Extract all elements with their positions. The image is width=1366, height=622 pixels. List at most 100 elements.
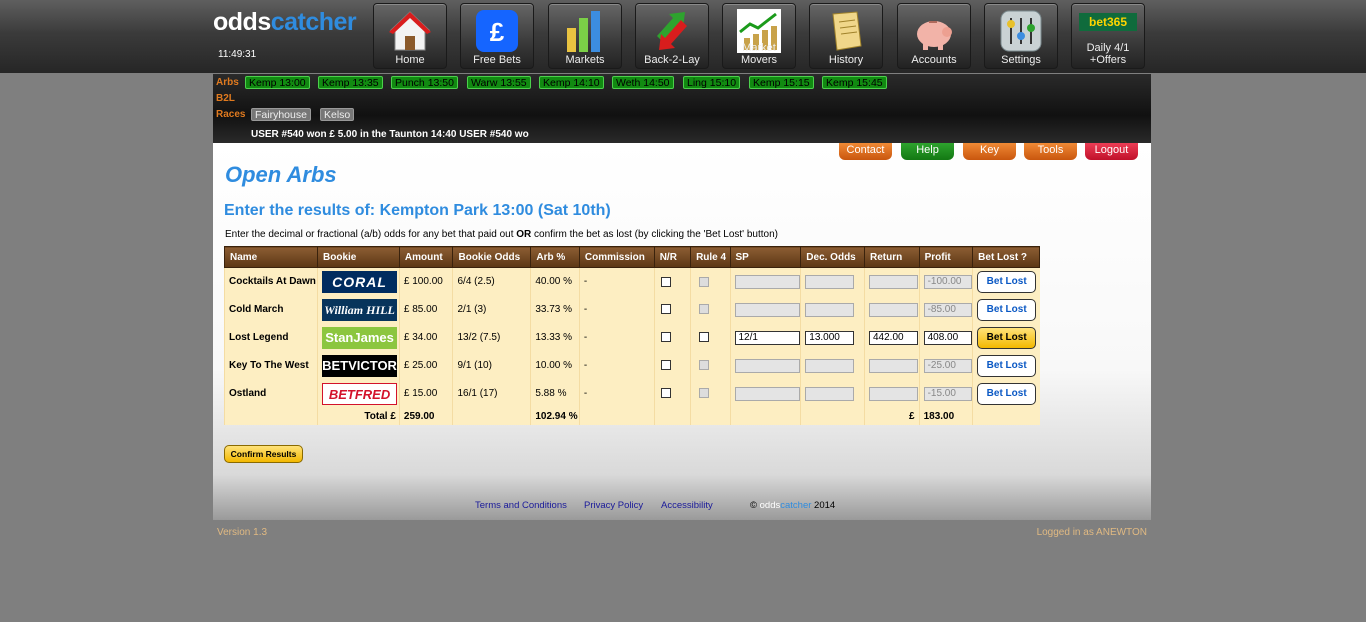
- race-course-chip[interactable]: Fairyhouse: [251, 108, 311, 121]
- tab-help[interactable]: Help: [901, 143, 954, 160]
- arb-race-chip[interactable]: Punch 13:50: [391, 76, 458, 89]
- profit-input[interactable]: -25.00: [923, 358, 972, 373]
- winner-ticker-text: USER #540 won £ 5.00 in the Taunton 14:4…: [251, 129, 529, 140]
- sp-input[interactable]: 12/1: [734, 330, 800, 345]
- nav-accounts-label: Accounts: [911, 54, 957, 66]
- logged-in-text: Logged in as ANEWTON: [1036, 527, 1147, 538]
- arrows-icon: [657, 12, 687, 50]
- nav-market-movers-label: Market Movers: [740, 42, 778, 66]
- nav-bet365-offers-button[interactable]: bet365 Daily 4/1 +Offers: [1071, 3, 1145, 69]
- nr-checkbox[interactable]: [660, 388, 671, 399]
- bet-lost-button[interactable]: Bet Lost: [977, 354, 1037, 377]
- nr-checkbox[interactable]: [660, 332, 671, 343]
- rule4-cell: [690, 351, 730, 380]
- nr-cell: [653, 323, 691, 352]
- amount-cell: £ 15.00: [398, 379, 453, 408]
- return-cell: 442.00: [863, 323, 920, 352]
- arb-race-chip[interactable]: Weth 14:50: [612, 76, 674, 89]
- dec-odds-cell: [800, 267, 865, 296]
- total-amount: 259.00: [398, 407, 453, 425]
- table-header-row: Name Bookie Amount Bookie Odds Arb % Com…: [223, 246, 1040, 268]
- total-arb: 102.94 %: [530, 407, 580, 425]
- dec-odds-input[interactable]: [805, 386, 855, 401]
- profit-input[interactable]: -85.00: [923, 302, 972, 317]
- accessibility-link[interactable]: Accessibility: [661, 500, 713, 511]
- tab-key[interactable]: Key: [963, 143, 1016, 160]
- bet-lost-button[interactable]: Bet Lost: [977, 298, 1037, 321]
- tab-contact[interactable]: Contact: [839, 143, 892, 160]
- arb-race-chip[interactable]: Ling 15:10: [683, 76, 741, 89]
- bar-chart-icon: [567, 11, 600, 52]
- arb-race-chip[interactable]: Warw 13:55: [467, 76, 531, 89]
- return-cell: [863, 295, 920, 324]
- bet-lost-cell: Bet Lost: [972, 351, 1040, 380]
- nav-market-movers-button[interactable]: Market Movers: [722, 3, 796, 69]
- privacy-link[interactable]: Privacy Policy: [584, 500, 643, 511]
- return-input[interactable]: [868, 302, 918, 317]
- nav-back-2-lay-button[interactable]: Back-2-Lay: [635, 3, 709, 69]
- nav-settings-button[interactable]: Settings: [984, 3, 1058, 69]
- dec-odds-input[interactable]: [805, 274, 855, 289]
- profit-input[interactable]: -15.00: [923, 386, 972, 401]
- nav-history-button[interactable]: History: [809, 3, 883, 69]
- nr-checkbox[interactable]: [660, 360, 671, 371]
- nav-home-button[interactable]: Home: [373, 3, 447, 69]
- nr-checkbox[interactable]: [660, 276, 671, 287]
- main-panel: Contact Help Key Tools Logout Open Arbs …: [213, 143, 1151, 520]
- arb-race-chip[interactable]: Kemp 15:15: [749, 76, 814, 89]
- return-input[interactable]: [868, 274, 918, 289]
- tab-tools[interactable]: Tools: [1024, 143, 1077, 160]
- rule4-cell: [690, 323, 730, 352]
- rule4-cell: [690, 295, 730, 324]
- sp-input[interactable]: [734, 358, 800, 373]
- arb-race-chip[interactable]: Kemp 13:00: [245, 76, 310, 89]
- rule4-checkbox[interactable]: [699, 388, 710, 399]
- bet-lost-button[interactable]: Bet Lost: [977, 382, 1037, 405]
- rule4-checkbox[interactable]: [699, 332, 710, 343]
- site-logo[interactable]: oddscatcher: [213, 8, 357, 37]
- nav-free-bets-button[interactable]: £ Free Bets: [460, 3, 534, 69]
- sp-input[interactable]: [734, 386, 800, 401]
- profit-input[interactable]: -100.00: [923, 274, 972, 289]
- col-header: SP: [729, 246, 802, 268]
- dec-odds-input[interactable]: [805, 358, 855, 373]
- bookie-cell: BETFRED: [317, 379, 400, 408]
- confirm-results-button[interactable]: Confirm Results: [224, 445, 303, 463]
- rule4-checkbox[interactable]: [699, 304, 710, 315]
- nav-markets-button[interactable]: Markets: [548, 3, 622, 69]
- nav-home-label: Home: [395, 54, 425, 66]
- return-input[interactable]: [868, 358, 918, 373]
- arb-race-chip[interactable]: Kemp 13:35: [318, 76, 383, 89]
- return-input[interactable]: [868, 386, 918, 401]
- return-cell: [863, 267, 920, 296]
- rule4-cell: [690, 379, 730, 408]
- sp-input[interactable]: [734, 274, 800, 289]
- runner-name: Cold March: [223, 295, 318, 324]
- bet-lost-button[interactable]: Bet Lost: [977, 270, 1037, 293]
- bookie-cell: BETVICTOR: [317, 351, 400, 380]
- return-input[interactable]: 442.00: [868, 330, 918, 345]
- profit-input[interactable]: 408.00: [923, 330, 972, 345]
- nav-accounts-button[interactable]: Accounts: [897, 3, 971, 69]
- arb-race-chip[interactable]: Kemp 14:10: [539, 76, 604, 89]
- sp-cell: 12/1: [729, 323, 801, 352]
- dec-odds-cell: [800, 295, 865, 324]
- rule4-checkbox[interactable]: [699, 360, 710, 371]
- runner-name: Cocktails At Dawn: [223, 267, 318, 296]
- terms-link[interactable]: Terms and Conditions: [475, 500, 567, 511]
- runner-name: Key To The West: [223, 351, 318, 380]
- bet-lost-button[interactable]: Bet Lost: [977, 326, 1037, 349]
- race-course-chip[interactable]: Kelso: [320, 108, 355, 121]
- dec-odds-input[interactable]: 13.000: [805, 330, 855, 345]
- total-profit-symbol: £: [863, 407, 920, 425]
- tab-logout[interactable]: Logout: [1085, 143, 1138, 160]
- table-row: Ostland BETFRED £ 15.00 16/1 (17) 5.88 % - -15…: [223, 379, 1040, 408]
- arb-race-chip[interactable]: Kemp 15:45: [822, 76, 887, 89]
- table-row: Cocktails At Dawn CORAL £ 100.00 6/4 (2.5) 4…: [223, 267, 1040, 296]
- sp-input[interactable]: [734, 302, 800, 317]
- dec-odds-input[interactable]: [805, 302, 855, 317]
- nr-checkbox[interactable]: [660, 304, 671, 315]
- amount-cell: £ 25.00: [398, 351, 453, 380]
- rule4-checkbox[interactable]: [699, 276, 710, 287]
- bookie-logo: StanJames: [322, 326, 398, 349]
